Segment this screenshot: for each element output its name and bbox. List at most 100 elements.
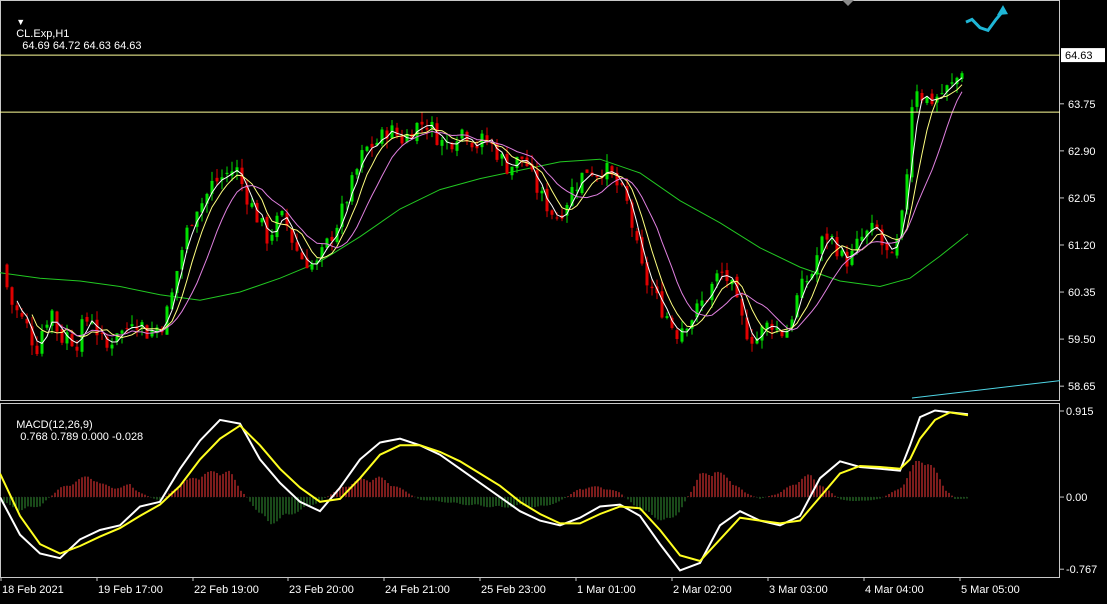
candle	[950, 73, 954, 88]
candle-body	[345, 202, 349, 204]
x-tick-label: 18 Feb 2021	[2, 584, 64, 596]
candle	[310, 260, 314, 272]
candle	[510, 166, 514, 180]
candle-body	[420, 121, 424, 125]
candle	[890, 251, 894, 254]
y-tick-label: 58.65	[1068, 381, 1096, 393]
candle-body	[835, 237, 839, 257]
candle	[390, 120, 394, 139]
candle	[605, 154, 609, 186]
shift-marker-icon	[842, 0, 854, 6]
macd-label: MACD(12,26,9)	[16, 419, 93, 431]
y-tick-label: 62.05	[1068, 193, 1096, 205]
candle-body	[950, 82, 954, 84]
candle-body	[145, 325, 149, 339]
forecast-arrow	[965, 10, 1005, 33]
candle-body	[805, 281, 809, 283]
y-tick-label: 61.20	[1068, 240, 1096, 252]
candle-body	[400, 135, 404, 144]
candle-body	[35, 345, 39, 355]
candle	[190, 224, 194, 227]
price-panel-frame	[0, 0, 1060, 401]
candle-body	[265, 217, 269, 244]
candle	[470, 141, 474, 152]
candle	[540, 186, 544, 202]
candle-body	[120, 330, 124, 334]
candle-body	[5, 264, 9, 288]
candle-body	[605, 162, 609, 180]
candle	[960, 71, 964, 83]
candle	[370, 136, 374, 157]
candle-body	[760, 326, 764, 341]
candle-body	[275, 215, 279, 238]
candle	[380, 127, 384, 147]
y-tick-label: 60.35	[1068, 287, 1096, 299]
candle	[400, 129, 404, 146]
current-price-tag: 64.63	[1061, 48, 1105, 63]
candle	[340, 195, 344, 235]
candle-body	[225, 172, 229, 174]
candle-body	[700, 300, 704, 306]
candle	[280, 210, 284, 217]
candle-body	[85, 316, 89, 322]
candle	[440, 137, 444, 156]
candle	[730, 279, 734, 291]
ma-fast-line	[16, 77, 963, 345]
x-tick-label: 1 Mar 01:00	[577, 584, 636, 596]
candle-body	[270, 234, 274, 241]
candle	[425, 119, 429, 140]
candle	[260, 217, 264, 227]
candle-body	[45, 324, 49, 328]
candle	[275, 212, 279, 242]
candle	[200, 197, 204, 222]
candle	[15, 302, 19, 319]
candle-body	[940, 93, 944, 95]
candle-body	[820, 236, 824, 254]
candle-body	[425, 127, 429, 130]
y-tick-label: 63.75	[1068, 99, 1096, 111]
candle	[45, 320, 49, 331]
candle-body	[635, 231, 639, 241]
triangle-down-icon[interactable]: ▼	[16, 17, 25, 27]
candle	[550, 209, 554, 220]
candle	[95, 311, 99, 345]
x-tick-label: 24 Feb 21:00	[385, 584, 450, 596]
forecast-arrow-head	[997, 5, 1008, 16]
candle-body	[355, 169, 359, 175]
candle-body	[840, 250, 844, 256]
candle-body	[255, 202, 259, 223]
candle-body	[290, 229, 294, 243]
candle	[885, 241, 889, 259]
candle-body	[110, 344, 114, 349]
candle-body	[215, 177, 219, 182]
candle-body	[825, 233, 829, 240]
candle-body	[540, 190, 544, 194]
candle	[85, 312, 89, 326]
candle-body	[520, 156, 524, 159]
trendline	[911, 380, 1061, 399]
x-tick-label: 2 Mar 02:00	[673, 584, 732, 596]
candle	[55, 310, 59, 341]
candle	[50, 308, 54, 334]
candle	[5, 263, 9, 290]
candle-body	[190, 225, 194, 227]
candle-body	[75, 346, 79, 351]
candle	[485, 127, 489, 146]
candle-body	[510, 166, 514, 176]
candle	[835, 231, 839, 260]
candle-body	[365, 146, 369, 151]
candle-body	[675, 330, 679, 339]
candle-body	[890, 252, 894, 254]
candle-body	[10, 287, 14, 305]
candle-body	[460, 129, 464, 139]
candle-body	[845, 251, 849, 267]
candle	[560, 208, 564, 222]
chart-svg: 64.63 63.75 62.90 62.05 61.20 60.35 59.50 58.65…	[0, 0, 1105, 596]
candle-body	[100, 332, 104, 334]
x-tick-label: 4 Mar 04:00	[865, 584, 924, 596]
candle-body	[125, 328, 129, 330]
x-tick-label: 19 Feb 17:00	[98, 584, 163, 596]
candle-body	[660, 291, 664, 318]
ohlc-label: 64.69 64.72 64.63 64.63	[22, 40, 142, 52]
price-tag-label: 64.63	[1065, 50, 1093, 62]
